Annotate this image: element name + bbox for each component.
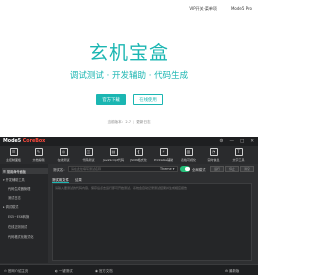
changelog-link[interactable]: 更新日志: [136, 120, 150, 124]
status-bar: ⊙ 官网介绍主页 ◐ 一键测试 ◉ 官方文档 ⚙ 最新版: [0, 264, 258, 275]
tool-label: 在线测试: [57, 158, 70, 162]
hero-subtitle: 调试测试 · 开发辅助 · 代码生成: [69, 71, 189, 81]
brand-main: Mode5: [3, 139, 22, 144]
script-icon: ▤: [109, 148, 118, 156]
top-nav-link-pro[interactable]: Mode5 Pro: [231, 6, 252, 12]
app-sidebar: ☰ 常用命令面板 ▾ 开发辅助工具 代码生成器管理 测试日志 ▸ 调试模式 ES…: [0, 164, 49, 263]
tool-label: JavaScript代码: [103, 158, 125, 162]
theme-select[interactable]: Theme ▾: [160, 167, 174, 171]
status-home-link[interactable]: ⊙ 官网介绍主页: [4, 268, 28, 273]
tool-printable[interactable]: ⚡ Printable辅助: [153, 148, 174, 162]
status-version[interactable]: ⚙ 最新版: [225, 268, 239, 273]
status-docs-link[interactable]: ◉ 官方文档: [95, 268, 113, 273]
code-editor[interactable]: [52, 183, 252, 261]
app-titlebar: Mode5 CoreBox ⚙ — □ ✕: [0, 137, 258, 146]
sidebar-item-test-log[interactable]: 测试日志: [8, 195, 21, 200]
stop-button[interactable]: 停止: [225, 166, 239, 172]
run-button[interactable]: 运行: [210, 166, 224, 172]
tool-label: 实时信息: [207, 158, 220, 162]
status-quick-test[interactable]: ◐ 一键测试: [55, 268, 73, 273]
version-value: 2.7: [125, 120, 132, 124]
tool-table[interactable]: ▥ 表格可视化: [178, 148, 199, 162]
braces-icon: ❴: [134, 148, 143, 156]
clear-button[interactable]: 清空: [240, 166, 254, 172]
tool-online-test[interactable]: ◎ 在线测试: [53, 148, 74, 162]
tool-javascript[interactable]: ▤ JavaScript代码: [103, 148, 124, 162]
test-name-label: 测试名：: [53, 168, 67, 172]
download-button[interactable]: 官方下载: [96, 94, 126, 105]
sidebar-item-command-panel[interactable]: ☰ 常用命令面板: [2, 168, 48, 174]
tool-label: 主控制面板: [5, 158, 21, 162]
tool-label: JSON格式化: [130, 158, 147, 162]
tool-label: 文档编辑: [32, 158, 45, 162]
tool-json[interactable]: ❴ JSON格式化: [128, 148, 149, 162]
tool-label: Printable辅助: [153, 158, 174, 162]
tool-label: 代码测试: [82, 158, 95, 162]
close-icon[interactable]: ✕: [250, 139, 254, 144]
app-toolbar: ☰ 主控制面板 ✎ 文档编辑 ◎ 在线测试 ◫ 代码测试 ▤ JavaScript代码 ❴…: [0, 146, 258, 165]
tool-text[interactable]: T 文字工具: [228, 148, 249, 162]
top-nav-link-vip[interactable]: VIP开关·菜单项: [189, 6, 217, 12]
target-icon: ◎: [59, 148, 68, 156]
sidebar-item-codegen[interactable]: 代码生成器管理: [8, 186, 30, 191]
minimize-icon[interactable]: —: [229, 139, 234, 144]
sidebar-item-es-convert[interactable]: ES5~ES6转换: [8, 214, 29, 219]
sidebar-item-formatter[interactable]: 代码格式化格式化: [8, 234, 34, 239]
version-line: 当前版本：2.7 | 更新日志: [0, 120, 258, 125]
tool-realtime[interactable]: ◔ 实时信息: [203, 148, 224, 162]
window-icon: ◫: [84, 148, 93, 156]
bolt-icon: ⚡: [159, 148, 168, 156]
brand-accent: CoreBox: [22, 139, 46, 144]
hero-title: 玄机宝盒: [88, 42, 169, 64]
global-mode-toggle[interactable]: [180, 166, 190, 172]
clock-icon: ◔: [209, 148, 218, 156]
table-icon: ▥: [184, 148, 193, 156]
top-nav: VIP开关·菜单项 Mode5 Pro: [189, 6, 252, 12]
tool-doc-edit[interactable]: ✎ 文档编辑: [28, 148, 49, 162]
tool-label: 文字工具: [232, 158, 245, 162]
sidebar-item-dev-tools[interactable]: ▾ 开发辅助工具: [3, 177, 25, 182]
edit-icon: ✎: [34, 148, 43, 156]
dashboard-icon: ☰: [9, 148, 18, 156]
app-main: 测试名： Theme ▾ 全局模式 运行 停止 清空 测试用文件 结果: [48, 164, 258, 263]
online-use-button[interactable]: 在线使用: [133, 94, 163, 105]
global-mode-label: 全局模式: [192, 168, 206, 172]
tool-code-test[interactable]: ◫ 代码测试: [78, 148, 99, 162]
sidebar-item-debug[interactable]: ▸ 调试模式: [3, 204, 18, 209]
version-label: 当前版本：: [107, 120, 126, 124]
text-icon: T: [234, 148, 243, 156]
app-brand: Mode5 CoreBox: [3, 139, 45, 144]
tool-label: 表格可视化: [180, 158, 196, 162]
sidebar-item-regex[interactable]: 在线正则测试: [8, 224, 27, 229]
app-window: Mode5 CoreBox ⚙ — □ ✕ ☰ 主控制面板 ✎ 文档编辑 ◎ 在线测试…: [0, 137, 258, 275]
window-controls: ⚙ — □ ✕: [219, 139, 254, 144]
tool-dashboard[interactable]: ☰ 主控制面板: [3, 148, 24, 162]
version-separator: |: [133, 120, 135, 124]
maximize-icon[interactable]: □: [240, 139, 244, 144]
settings-icon[interactable]: ⚙: [219, 139, 223, 144]
